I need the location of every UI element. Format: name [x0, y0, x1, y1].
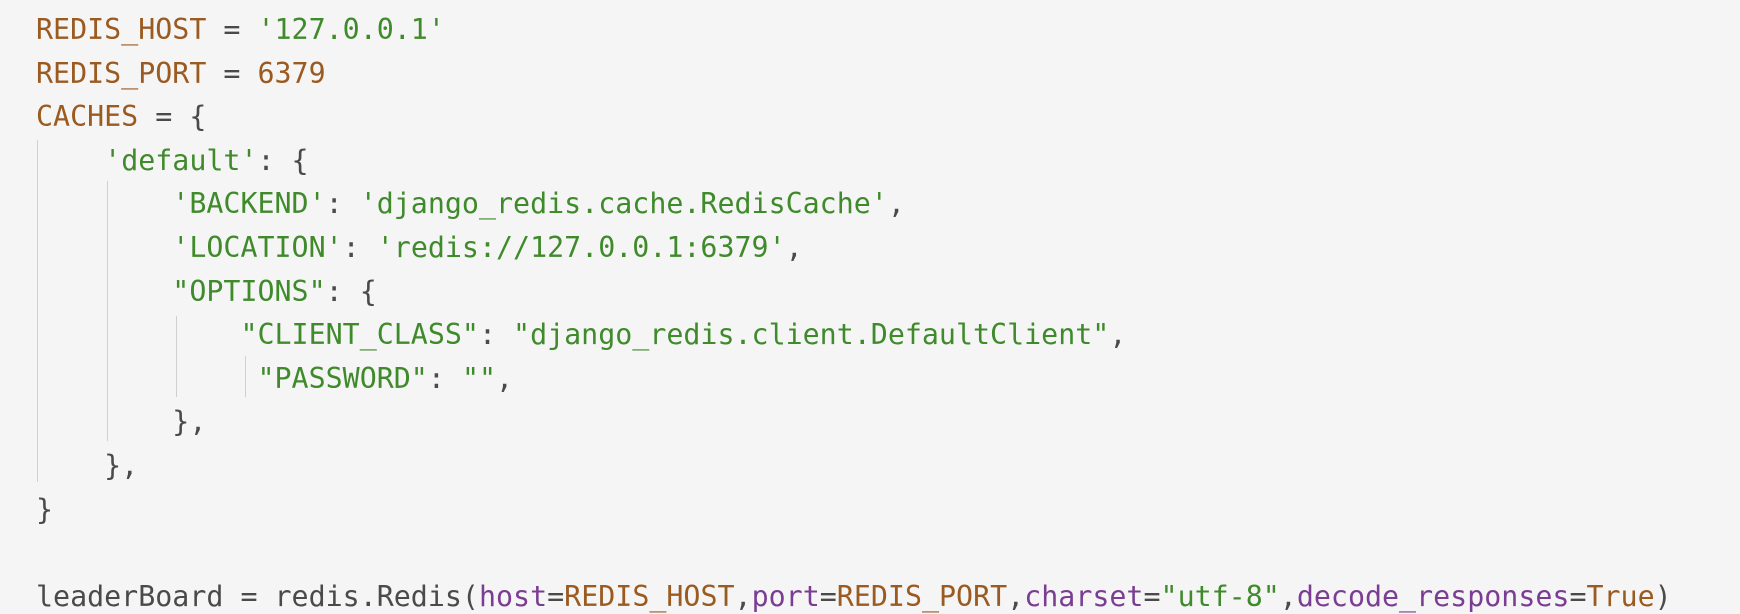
code-token-plain: : — [427, 361, 462, 395]
code-token-keyword-arg: port — [751, 579, 820, 613]
code-token-string: 'redis://127.0.0.1:6379' — [376, 230, 786, 264]
code-token-plain: = — [1569, 579, 1587, 613]
code-token-identifier: CACHES — [36, 100, 139, 134]
code-token-keyword-arg: host — [478, 579, 548, 613]
code-token-plain: redis.Redis — [274, 579, 462, 613]
code-token-string: "django_redis.client.DefaultClient" — [513, 318, 1110, 352]
code-token-plain: : — [342, 230, 377, 264]
code-token-string: "utf-8" — [1160, 579, 1280, 613]
code-token-identifier: REDIS_HOST — [564, 579, 735, 613]
code-token-string: 'default' — [104, 143, 258, 177]
code-token-plain: : { — [257, 143, 309, 177]
code-token-plain: ( — [461, 579, 479, 613]
code-token-identifier: REDIS_PORT — [36, 56, 207, 90]
code-line: "CLIENT_CLASS": "django_redis.client.Def… — [36, 313, 1672, 357]
code-token-string: "PASSWORD" — [257, 361, 428, 395]
code-line: 'LOCATION': 'redis://127.0.0.1:6379', — [36, 226, 1672, 270]
code-line: "PASSWORD": "", — [36, 357, 1672, 401]
code-token-string: "CLIENT_CLASS" — [240, 318, 479, 352]
code-line: "OPTIONS": { — [36, 270, 1672, 314]
code-token-plain: , — [496, 361, 514, 395]
code-token-plain: ) — [1654, 579, 1672, 613]
code-line: CACHES = { — [36, 95, 1672, 139]
code-line — [36, 531, 1672, 575]
code-token-plain: } — [36, 492, 54, 526]
code-token-plain: = — [1143, 579, 1161, 613]
code-line: } — [36, 488, 1672, 532]
code-token-plain: , — [785, 230, 803, 264]
code-token-identifier: REDIS_PORT — [836, 579, 1008, 613]
code-token-keyword-arg: charset — [1024, 579, 1144, 613]
code-line: }, — [36, 444, 1672, 488]
code-line: 'BACKEND': 'django_redis.cache.RedisCach… — [36, 182, 1672, 226]
code-line: REDIS_HOST = '127.0.0.1' — [36, 8, 1672, 52]
code-token-string: 'django_redis.cache.RedisCache' — [359, 187, 888, 221]
code-token-plain: = — [223, 579, 275, 613]
code-block: REDIS_HOST = '127.0.0.1' REDIS_PORT = 637… — [36, 8, 1672, 614]
code-token-identifier: REDIS_HOST — [36, 13, 207, 46]
code-token-plain: }, — [36, 405, 207, 439]
code-token-string: 'BACKEND' — [172, 187, 326, 221]
code-editor-panel: REDIS_HOST = '127.0.0.1' REDIS_PORT = 637… — [0, 0, 1740, 614]
code-token-plain: , — [734, 579, 752, 613]
code-token-identifier: 6379 — [257, 56, 326, 90]
code-token-plain: = — [819, 579, 837, 613]
code-line: }, — [36, 400, 1672, 444]
code-token-plain: = { — [138, 100, 207, 134]
code-token-plain: leaderBoard — [36, 579, 224, 613]
code-token-string: 'LOCATION' — [172, 230, 343, 264]
code-token-plain: , — [1109, 318, 1127, 352]
code-token-plain: : — [325, 187, 360, 221]
code-line: leaderBoard = redis.Redis(host=REDIS_HOS… — [36, 575, 1672, 614]
code-token-plain: : — [478, 318, 514, 352]
code-token-string: "OPTIONS" — [172, 274, 326, 308]
code-token-string: "" — [461, 361, 497, 395]
code-line: 'default': { — [36, 139, 1672, 183]
code-token-plain: , — [1279, 579, 1297, 613]
code-token-string: '127.0.0.1' — [257, 13, 445, 46]
code-token-plain: : { — [325, 274, 377, 308]
code-token-plain: = — [206, 56, 258, 90]
code-token-keyword-arg: decode_responses — [1296, 579, 1570, 613]
code-token-plain: = — [547, 579, 565, 613]
code-line: REDIS_PORT = 6379 — [36, 52, 1672, 96]
code-token-plain: , — [887, 187, 905, 221]
code-token-identifier: True — [1586, 579, 1655, 613]
code-token-plain: , — [1007, 579, 1025, 613]
code-token-plain: }, — [36, 448, 139, 482]
code-token-plain: = — [206, 13, 258, 46]
